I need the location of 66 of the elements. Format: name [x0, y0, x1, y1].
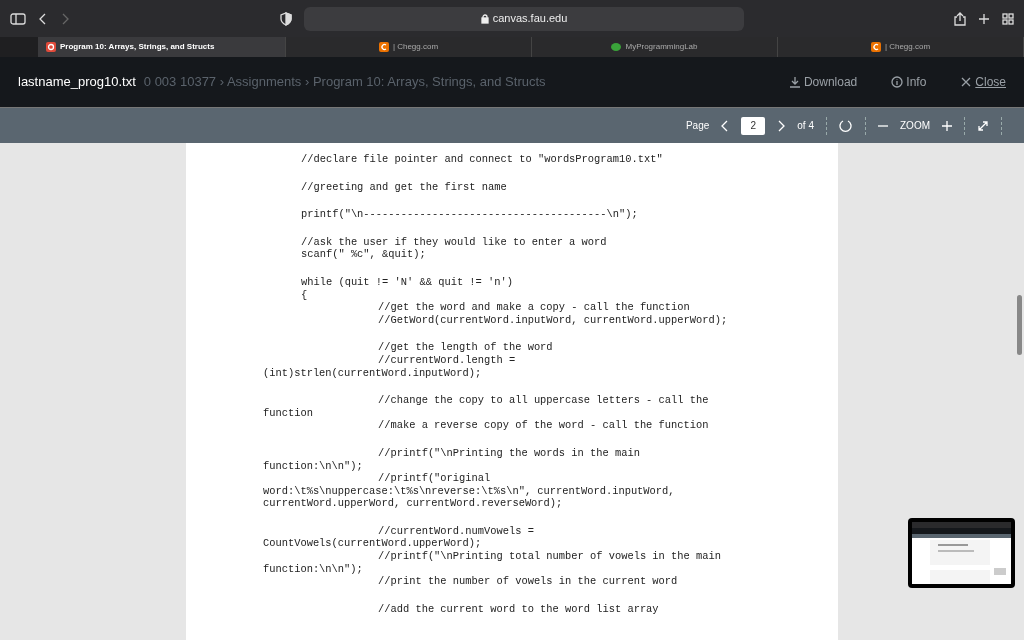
logo-icon: [870, 42, 881, 52]
download-icon: [788, 76, 801, 88]
page-label: Page: [685, 119, 710, 133]
address-text: canvas.fau.edu: [492, 11, 568, 27]
page-count: of 4: [797, 119, 814, 133]
code-line: function: [262, 406, 314, 420]
close-button[interactable]: Close: [960, 73, 1006, 91]
info-icon: [891, 76, 904, 88]
breadcrumb: 0 003 10377 › Assignments › Program 10: Arrays, Strings, and Structs: [143, 73, 546, 92]
code-line: //print the number of vowels in the current word: [377, 575, 679, 588]
address-bar[interactable]: canvas.fau.edu: [304, 6, 744, 31]
tab-overview-icon[interactable]: [1002, 12, 1014, 25]
zoom-in-button[interactable]: [942, 120, 952, 131]
code-line: word:\t%s\nuppercase:\t%s\nreverse:\t%s\n", currentWord.inputWord,: [262, 484, 676, 498]
logo-icon: [378, 42, 389, 52]
code-line: //greeting and get the first name: [300, 180, 508, 194]
browser-tab[interactable]: MyProgrammingLab: [532, 37, 778, 57]
previous-page-button[interactable]: [721, 119, 730, 132]
code-line: //printf("original: [377, 472, 492, 485]
browser-tab[interactable]: | Chegg.com: [778, 37, 1024, 57]
back-icon[interactable]: [38, 12, 48, 25]
next-page-button[interactable]: [777, 119, 786, 132]
lock-icon: [480, 13, 489, 24]
code-line: //make a reverse copy of the word - call the function: [377, 419, 710, 432]
share-icon[interactable]: [954, 11, 966, 26]
code-line: CountVowels(currentWord.upperWord);: [262, 537, 483, 551]
code-line: //change the copy to all uppercase letters - call the: [377, 394, 710, 407]
browser-tab[interactable]: Program 10: Arrays, Strings, and Structs: [38, 37, 286, 57]
rotate-icon: [839, 118, 853, 133]
code-line: function:\n\n");: [262, 459, 364, 473]
code-line: //printf("\nPrinting total number of vowels in the main: [377, 550, 722, 563]
code-line: currentWord.upperWord, currentWord.reverseWord);: [262, 497, 564, 510]
zoom-label: ZOOM: [900, 119, 930, 133]
scrollbar[interactable]: [1017, 295, 1022, 355]
sidebar-icon[interactable]: [10, 12, 26, 25]
code-line: //add the current word to the word list array: [377, 602, 660, 616]
code-line: //currentWord.numVowels =: [377, 524, 535, 538]
code-line: scanf(" %c", &quit);: [300, 248, 427, 261]
code-line: (int)strlen(currentWord.inputWord);: [262, 366, 483, 380]
rotate-button[interactable]: [839, 118, 853, 133]
chevron-left-icon: [721, 119, 730, 132]
download-button[interactable]: Download: [788, 73, 858, 91]
shield-icon: [280, 11, 292, 26]
chevron-right-icon: [777, 119, 786, 132]
expand-icon: [977, 119, 989, 132]
code-line: while (quit != 'N' && quit != 'n'): [300, 275, 514, 289]
logo-icon: [46, 42, 56, 52]
code-line: //currentWord.length =: [377, 353, 517, 367]
close-icon: [960, 76, 973, 88]
plus-icon: [942, 120, 952, 131]
code-line: printf("\n---------------------------------------\n");: [300, 208, 639, 221]
code-line: //printf("\nPrinting the words in the main: [377, 446, 641, 460]
code-line: //ask the user if they would like to enter a word: [300, 235, 608, 249]
code-line: {: [300, 288, 309, 302]
plus-icon[interactable]: [978, 12, 990, 25]
info-button[interactable]: Info: [891, 73, 927, 91]
code-line: //get the length of the word: [377, 341, 554, 354]
code-line: //GetWord(currentWord.inputWord, currentWord.upperWord);: [377, 313, 729, 327]
page-field[interactable]: 2: [741, 116, 766, 135]
code-line: function:\n\n");: [262, 562, 364, 576]
fullscreen-button[interactable]: [977, 119, 989, 132]
code-line: //declare file pointer and connect to "wordsProgram10.txt": [300, 153, 664, 166]
forward-icon[interactable]: [60, 12, 70, 25]
file-name: lastname_prog10.txt: [18, 73, 136, 92]
browser-tab[interactable]: | Chegg.com: [286, 37, 532, 57]
code-line: //get the word and make a copy - call the function: [377, 301, 691, 314]
